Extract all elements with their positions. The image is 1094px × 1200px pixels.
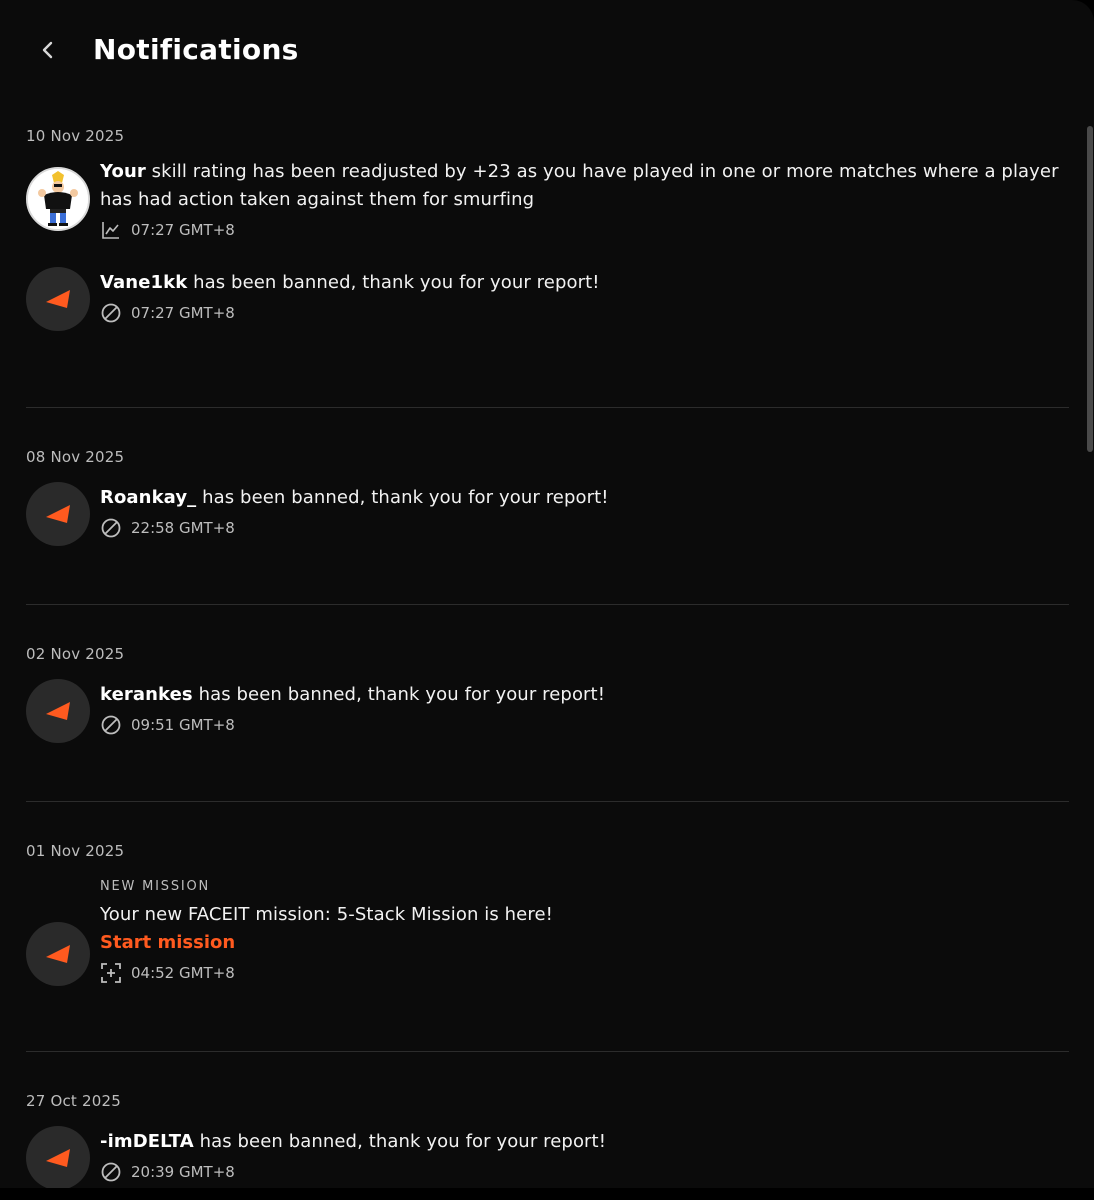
scrollbar-thumb[interactable]: [1087, 126, 1093, 452]
back-button[interactable]: [32, 34, 64, 66]
scrollbar[interactable]: [1084, 120, 1094, 460]
notification-meta: 07:27 GMT+8: [100, 219, 1069, 241]
date-header: 10 Nov 2025: [26, 127, 125, 145]
date-header: 01 Nov 2025: [26, 842, 125, 860]
date-header: 08 Nov 2025: [26, 448, 125, 466]
notification-message: has been banned, thank you for your repo…: [187, 272, 600, 293]
notification-meta: 07:27 GMT+8: [100, 302, 1069, 324]
notifications-panel: Notifications 10 Nov 2025 Your skill rat…: [0, 0, 1094, 1188]
faceit-avatar: [26, 922, 90, 986]
notification-subject: Roankay_: [100, 487, 197, 508]
notification-category: NEW MISSION: [100, 879, 211, 894]
ban-icon: [100, 714, 122, 736]
notification-subject: Vane1kk: [100, 272, 188, 293]
notification-meta: 09:51 GMT+8: [100, 714, 1069, 736]
notification-subject: -imDELTA: [100, 1131, 194, 1152]
header: Notifications: [0, 0, 1094, 100]
notification-meta: 04:52 GMT+8: [100, 962, 1069, 984]
date-group: 02 Nov 2025 kerankes has been banned, th…: [26, 605, 1069, 802]
notification-meta: 20:39 GMT+8: [100, 1161, 1069, 1183]
ban-icon: [100, 1161, 122, 1183]
notification-time: 07:27 GMT+8: [131, 221, 235, 239]
notification-subject: kerankes: [100, 684, 193, 705]
faceit-avatar: [26, 1126, 90, 1188]
notification-item[interactable]: kerankes has been banned, thank you for …: [26, 679, 1069, 759]
notification-item[interactable]: Vane1kk has been banned, thank you for y…: [26, 267, 1069, 347]
date-group: 10 Nov 2025 Your skill rating has been r…: [26, 100, 1069, 408]
faceit-logo-icon: [46, 1149, 70, 1167]
notification-text: Your skill rating has been readjusted by…: [100, 158, 1069, 214]
notification-time: 22:58 GMT+8: [131, 519, 235, 537]
ban-icon: [100, 517, 122, 539]
notification-text: -imDELTA has been banned, thank you for …: [100, 1128, 1069, 1156]
date-group: 08 Nov 2025 Roankay_ has been banned, th…: [26, 408, 1069, 605]
chart-line-icon: [100, 219, 122, 241]
notification-time: 07:27 GMT+8: [131, 304, 235, 322]
faceit-logo-icon: [46, 702, 70, 720]
ban-icon: [100, 302, 122, 324]
notification-time: 20:39 GMT+8: [131, 1163, 235, 1181]
notification-message: has been banned, thank you for your repo…: [192, 684, 606, 705]
date-group: 27 Oct 2025 -imDELTA has been banned, th…: [26, 1052, 1069, 1188]
notification-item[interactable]: Your skill rating has been readjusted by…: [26, 161, 1069, 271]
notification-item[interactable]: NEW MISSION Your new FACEIT mission: 5-S…: [26, 879, 1069, 1029]
notification-text: Vane1kk has been banned, thank you for y…: [100, 269, 1069, 297]
notification-subject: Your: [100, 161, 146, 182]
notification-text: Your new FACEIT mission: 5-Stack Mission…: [100, 904, 553, 925]
date-header: 02 Nov 2025: [26, 645, 125, 663]
notification-time: 09:51 GMT+8: [131, 716, 235, 734]
notification-item[interactable]: Roankay_ has been banned, thank you for …: [26, 482, 1069, 562]
chevron-left-icon: [42, 41, 53, 59]
notification-item[interactable]: -imDELTA has been banned, thank you for …: [26, 1126, 1069, 1188]
page-title: Notifications: [93, 33, 299, 66]
faceit-avatar: [26, 482, 90, 546]
user-avatar: [26, 167, 90, 231]
start-mission-link[interactable]: Start mission: [100, 929, 1069, 957]
faceit-logo-icon: [46, 290, 70, 308]
notification-time: 04:52 GMT+8: [131, 964, 235, 982]
notification-text: Roankay_ has been banned, thank you for …: [100, 484, 1069, 512]
faceit-logo-icon: [46, 505, 70, 523]
date-header: 27 Oct 2025: [26, 1092, 121, 1110]
faceit-avatar: [26, 679, 90, 743]
faceit-logo-icon: [46, 945, 70, 963]
notification-message: skill rating has been readjusted by +23 …: [100, 161, 1059, 210]
faceit-avatar: [26, 267, 90, 331]
notification-list: 10 Nov 2025 Your skill rating has been r…: [26, 100, 1069, 1188]
notification-message: has been banned, thank you for your repo…: [193, 1131, 607, 1152]
notification-text: kerankes has been banned, thank you for …: [100, 681, 1069, 709]
date-group: 01 Nov 2025 NEW MISSION Your new FACEIT …: [26, 802, 1069, 1052]
notification-message: has been banned, thank you for your repo…: [196, 487, 609, 508]
mission-icon: [100, 962, 122, 984]
notification-meta: 22:58 GMT+8: [100, 517, 1069, 539]
